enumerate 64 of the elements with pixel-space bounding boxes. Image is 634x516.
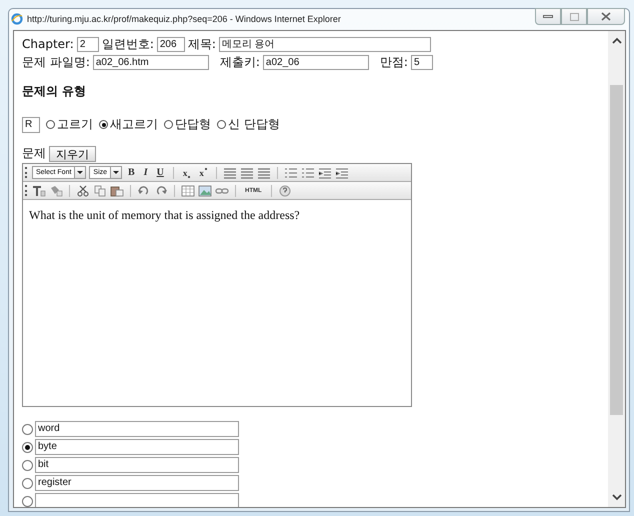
indent-icon[interactable] bbox=[334, 166, 349, 178]
list-icon[interactable] bbox=[284, 166, 298, 178]
scroll-up-icon[interactable] bbox=[612, 37, 622, 44]
close-icon bbox=[601, 12, 611, 21]
align-icon[interactable] bbox=[222, 166, 237, 178]
close-button[interactable] bbox=[587, 8, 625, 25]
scissors-icon[interactable] bbox=[76, 184, 90, 196]
field-label: 만점: bbox=[380, 54, 408, 70]
scrollbar[interactable] bbox=[608, 31, 625, 507]
clipboard-icon[interactable] bbox=[110, 184, 124, 196]
clear-button[interactable]: 지우기 bbox=[49, 146, 96, 162]
field-label: 문제 파일명: bbox=[22, 54, 90, 70]
text-color-icon[interactable] bbox=[32, 184, 46, 196]
radio-button[interactable] bbox=[22, 496, 33, 506]
undo-icon[interactable] bbox=[137, 184, 151, 196]
section-heading: 문제의 유형 bbox=[22, 83, 88, 100]
field-label: 일련번호: bbox=[102, 36, 154, 52]
answer-field[interactable] bbox=[35, 493, 239, 507]
radio-button[interactable] bbox=[22, 442, 33, 452]
text-field[interactable]: a02_06 bbox=[262, 54, 369, 70]
question-label: 문제 bbox=[22, 145, 46, 162]
field-label: Chapter: bbox=[22, 37, 74, 51]
underline-button[interactable]: U bbox=[154, 166, 167, 178]
answer-field[interactable]: word bbox=[35, 421, 239, 437]
browser-logo-icon bbox=[11, 13, 23, 25]
subscript-button[interactable]: x bbox=[180, 166, 194, 178]
scroll-down-icon[interactable] bbox=[612, 494, 622, 501]
image-icon[interactable] bbox=[198, 184, 212, 196]
radio-option[interactable]: 단답형 bbox=[164, 116, 211, 133]
bold-button[interactable]: B bbox=[125, 166, 138, 178]
scroll-thumb[interactable] bbox=[610, 85, 623, 415]
grip-icon[interactable] bbox=[25, 167, 29, 178]
indent-icon[interactable] bbox=[318, 166, 332, 178]
help-icon[interactable] bbox=[278, 184, 292, 196]
answer-field[interactable]: bit bbox=[35, 457, 239, 473]
superscript-button[interactable]: x bbox=[196, 166, 210, 178]
type-code-field[interactable]: R bbox=[22, 116, 40, 132]
table-icon[interactable] bbox=[181, 184, 195, 196]
minimize-button[interactable] bbox=[535, 8, 561, 25]
answer-field[interactable]: register bbox=[35, 475, 239, 491]
field-label: 제출키: bbox=[220, 54, 260, 70]
radio-option[interactable]: 새고르기 bbox=[99, 116, 158, 133]
align-icon[interactable] bbox=[256, 166, 271, 178]
window-title: http://turing.mju.ac.kr/prof/makequiz.php?seq=206 - Windows Internet Explorer bbox=[27, 14, 341, 24]
field-label: 제목: bbox=[188, 36, 216, 52]
grip-icon[interactable] bbox=[25, 185, 29, 196]
radio-button[interactable] bbox=[22, 478, 33, 488]
radio-button[interactable] bbox=[22, 460, 33, 470]
redo-icon[interactable] bbox=[154, 184, 168, 196]
align-icon[interactable] bbox=[240, 166, 254, 178]
text-field[interactable]: 2 bbox=[76, 36, 99, 52]
fill-color-icon[interactable] bbox=[49, 184, 63, 196]
list-icon[interactable] bbox=[300, 166, 315, 178]
answer-field[interactable]: byte bbox=[35, 439, 239, 455]
text-field[interactable]: 5 bbox=[410, 54, 433, 70]
question-text: What is the unit of memory that is assigned the address? bbox=[29, 208, 301, 223]
radio-button[interactable] bbox=[22, 424, 33, 434]
radio-option[interactable]: 고르기 bbox=[46, 116, 93, 133]
italic-button[interactable]: I bbox=[140, 166, 151, 178]
text-field[interactable]: a02_06.htm bbox=[92, 54, 209, 70]
text-field[interactable]: 메모리 용어 bbox=[218, 36, 431, 52]
radio-option[interactable]: 신 단답형 bbox=[217, 116, 280, 133]
maximize-button[interactable] bbox=[561, 8, 587, 25]
text-field[interactable]: 206 bbox=[156, 36, 185, 52]
